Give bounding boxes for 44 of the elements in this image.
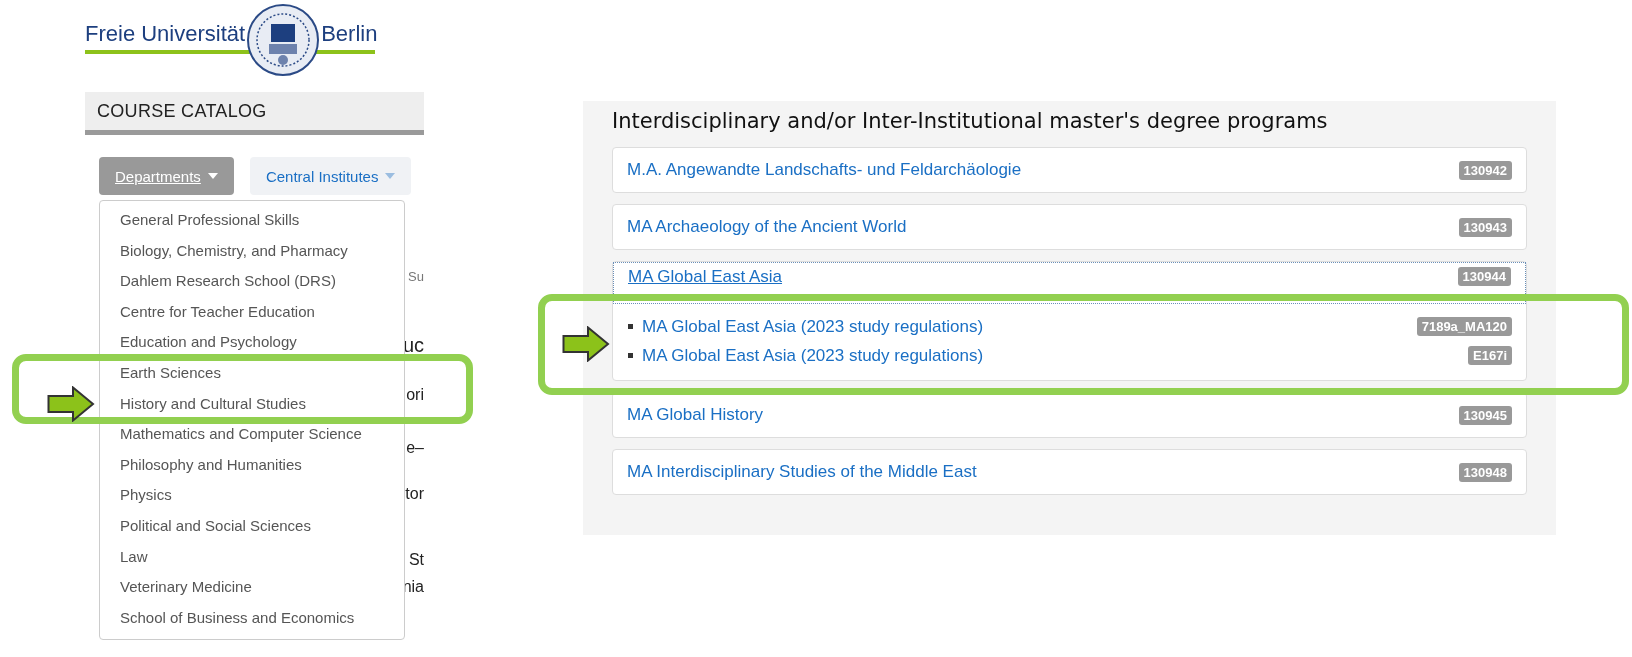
menu-item[interactable]: School of Business and Economics: [100, 602, 404, 634]
menu-item[interactable]: Physics: [100, 480, 404, 511]
partial-text: tor: [405, 484, 424, 504]
menu-item[interactable]: Political and Social Sciences: [100, 510, 404, 542]
menu-item[interactable]: General Professional Skills: [100, 205, 404, 236]
program-link[interactable]: MA Global East Asia (2023 study regulations): [642, 345, 1468, 366]
arrow-icon: [47, 386, 95, 422]
code-badge: 7189a_MA120: [1416, 317, 1512, 336]
code-badge: 130944: [1457, 267, 1511, 286]
catalog-title-bar: COURSE CATALOG: [85, 92, 424, 135]
menu-item[interactable]: Veterinary Medicine: [100, 572, 404, 603]
caret-icon: [385, 173, 396, 179]
menu-item[interactable]: Law: [100, 541, 404, 573]
partial-text: Su: [408, 268, 424, 286]
program-link[interactable]: MA Interdisciplinary Studies of the Middle East: [627, 462, 977, 482]
code-badge: 130945: [1458, 405, 1512, 425]
menu-item[interactable]: Dahlem Research School (DRS): [100, 266, 404, 297]
code-badge: 130943: [1458, 217, 1512, 237]
bullet-icon: [628, 324, 633, 329]
menu-item[interactable]: Centre for Teacher Education: [100, 296, 404, 328]
bullet-icon: [628, 353, 633, 358]
code-badge: E167i: [1468, 346, 1512, 365]
program-link[interactable]: M.A. Angewandte Landschafts- und Feldarchäologie: [627, 160, 1022, 180]
menu-item[interactable]: Biology, Chemistry, and Pharmacy: [100, 235, 404, 267]
nav-dropdown-button[interactable]: Central Institutes: [249, 157, 412, 195]
code-badge: 130942: [1458, 160, 1512, 180]
partial-text: e–: [406, 438, 424, 458]
menu-item[interactable]: Mathematics and Computer Science: [100, 419, 404, 450]
program-link[interactable]: MA Global History: [627, 405, 764, 425]
section-heading: Interdisciplinary and/or Inter-Institutional master's degree programs: [612, 109, 1329, 133]
program-link[interactable]: MA Global East Asia (2023 study regulations): [642, 316, 1417, 337]
menu-item[interactable]: Education and Psychology: [100, 327, 404, 358]
program-link[interactable]: MA Archaeology of the Ancient World: [627, 217, 907, 237]
logo-text: Berlin: [321, 21, 378, 47]
partial-text: ori: [406, 385, 424, 405]
caret-icon: [207, 173, 218, 179]
arrow-icon: [562, 326, 610, 362]
menu-item[interactable]: Earth Sciences: [100, 357, 404, 389]
logo-text: Freie Universität: [85, 21, 246, 47]
partial-text: St: [408, 550, 424, 570]
code-badge: 130948: [1458, 462, 1512, 482]
menu-item[interactable]: History and Cultural Studies: [100, 388, 404, 420]
program-link[interactable]: MA Global East Asia: [628, 267, 783, 287]
menu-item[interactable]: Philosophy and Humanities: [100, 449, 404, 481]
